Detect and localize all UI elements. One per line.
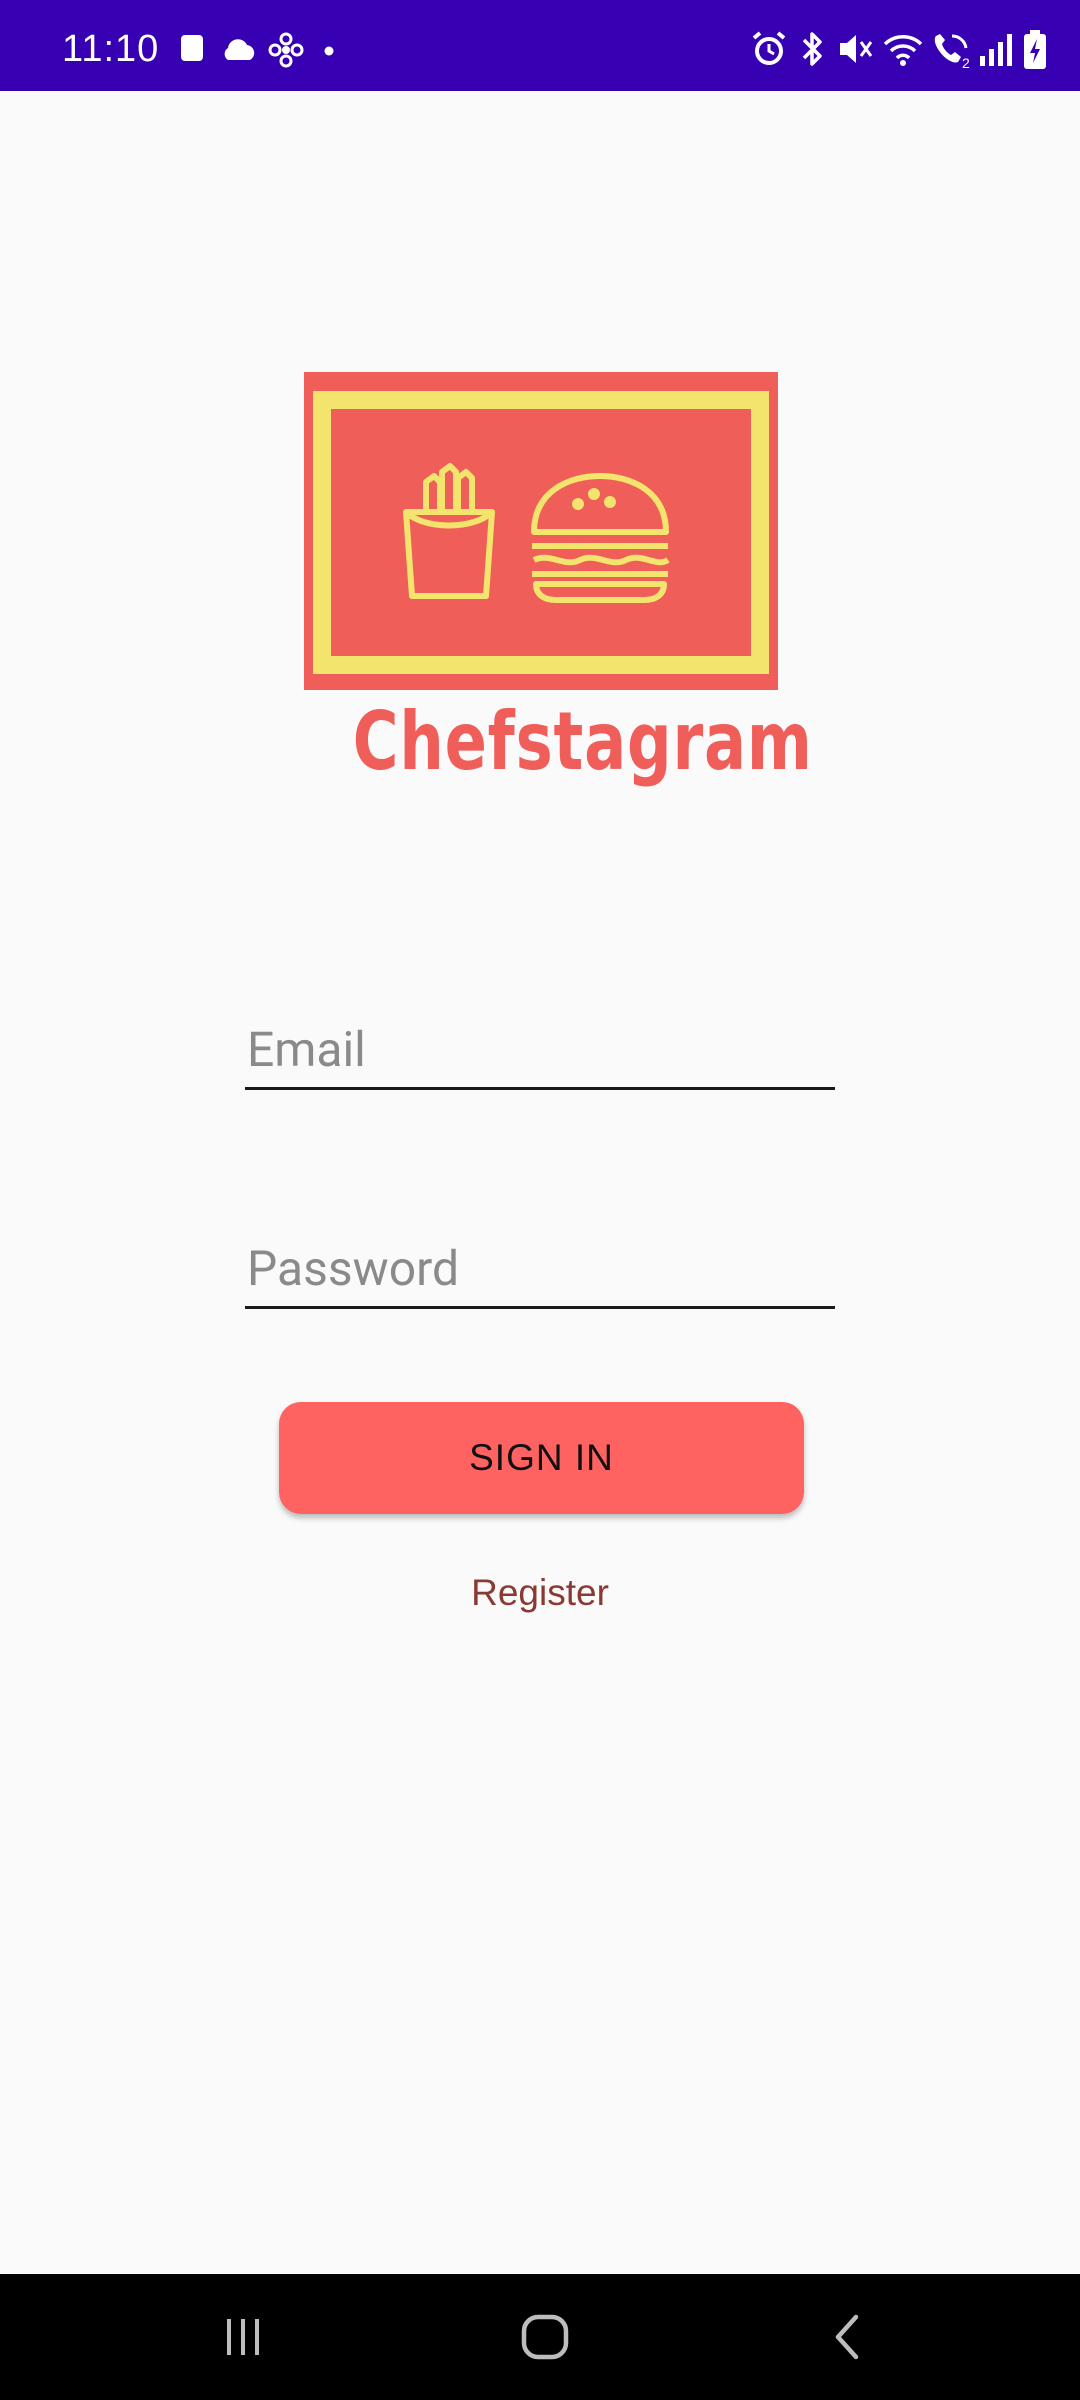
home-icon <box>521 2314 569 2360</box>
app-logo <box>304 372 778 690</box>
status-right-icons: 2 <box>750 30 1080 74</box>
signal-icon <box>980 34 1012 66</box>
bluetooth-icon <box>802 32 822 66</box>
password-input[interactable] <box>247 1238 827 1298</box>
battery-charging-icon <box>1024 30 1046 69</box>
email-input[interactable] <box>247 1019 827 1079</box>
mute-icon <box>840 35 873 63</box>
fan-icon <box>268 32 304 68</box>
wifi-calling-icon: 2 <box>934 34 970 70</box>
home-button[interactable] <box>470 2274 620 2400</box>
alarm-icon <box>752 31 786 65</box>
sign-in-button[interactable]: SIGN IN <box>279 1402 804 1514</box>
register-link[interactable]: Register <box>390 1572 690 1614</box>
email-field[interactable] <box>245 1017 835 1090</box>
notification-square-icon <box>181 35 203 61</box>
status-bar: 11:10 2 <box>0 0 1080 91</box>
back-button[interactable] <box>772 2274 922 2400</box>
svg-text:2: 2 <box>962 55 970 70</box>
navigation-bar <box>0 2274 1080 2400</box>
recents-button[interactable] <box>168 2274 318 2400</box>
wifi-icon <box>883 35 923 66</box>
recents-icon <box>227 2319 259 2355</box>
password-field[interactable] <box>245 1236 835 1309</box>
cloud-icon <box>224 39 255 60</box>
dot-icon <box>324 46 334 56</box>
brand-name: Chefstagram <box>352 695 813 788</box>
back-icon <box>835 2314 859 2360</box>
status-time: 11:10 <box>62 28 160 70</box>
